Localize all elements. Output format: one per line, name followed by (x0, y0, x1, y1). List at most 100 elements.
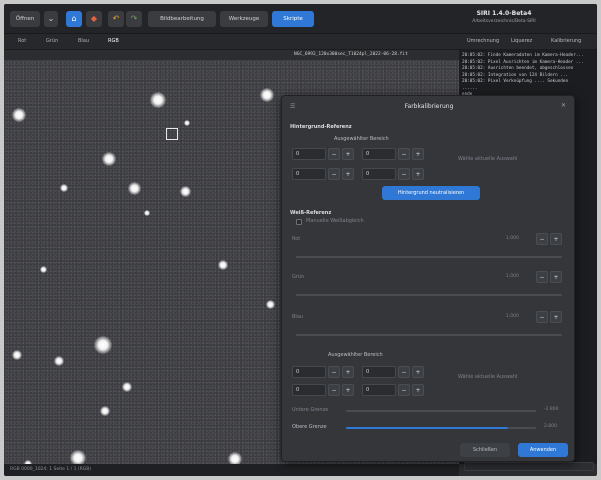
tab-green[interactable]: Grün (46, 38, 58, 44)
background-section-title: Hintergrund-Referenz (290, 124, 352, 130)
white-select-current-button[interactable]: Wähle aktuelle Auswahl (458, 374, 517, 380)
bg-select-current-button[interactable]: Wähle aktuelle Auswahl (458, 156, 517, 162)
undo-icon: ↶ (112, 14, 120, 23)
window-title: SIRI 1.4.0-Beta4 Arbeitsverzeichnis/Beta… (414, 10, 594, 24)
star (218, 260, 228, 270)
bg-width-decrement-button[interactable]: − (328, 168, 340, 180)
white-height-decrement-button[interactable]: − (398, 384, 410, 396)
app-window: Öffnen ⌄ ⌂ ◆ ↶ ↷ Bildbearbeitung Werkzeu… (4, 4, 597, 476)
color-button[interactable]: ◆ (86, 11, 102, 27)
open-button[interactable]: Öffnen (10, 11, 40, 27)
bg-height-decrement-button[interactable]: − (398, 168, 410, 180)
white-section-title: Weiß-Referenz (290, 210, 332, 216)
blue-decrement-button[interactable]: − (536, 311, 548, 323)
white-height-field[interactable]: 0 (362, 384, 396, 396)
lower-limit-value[interactable]: -2.800 (544, 407, 559, 412)
white-y-increment-button[interactable]: + (412, 366, 424, 378)
star (266, 300, 275, 309)
scripts-menu[interactable]: Skripte (272, 11, 314, 27)
channel-value-red[interactable]: 1.000 (506, 236, 519, 241)
image-processing-menu[interactable]: Bildbearbeitung (148, 11, 216, 27)
star (60, 184, 68, 192)
neutralize-background-button[interactable]: Hintergrund neutralisieren (382, 186, 480, 200)
channel-value-green[interactable]: 1.000 (506, 274, 519, 279)
star (12, 108, 26, 122)
tab-blue[interactable]: Blau (78, 38, 89, 44)
star (128, 182, 141, 195)
star (100, 406, 110, 416)
app-title: SIRI 1.4.0-Beta4 (476, 10, 532, 17)
tools-menu[interactable]: Werkzeuge (220, 11, 268, 27)
star (184, 120, 190, 126)
white-width-decrement-button[interactable]: − (328, 384, 340, 396)
blue-slider[interactable] (296, 334, 562, 336)
color-icon: ◆ (90, 14, 98, 23)
star (12, 350, 22, 360)
tab-rgb[interactable]: RGB (108, 38, 119, 44)
home-button[interactable]: ⌂ (66, 11, 82, 27)
upper-limit-slider-fill (346, 427, 508, 429)
lower-limit-slider[interactable] (346, 410, 536, 412)
bg-y-increment-button[interactable]: + (412, 148, 424, 160)
image-filename: NGC_6992_120x300sec_T1024pl_2022-06-28.f… (294, 52, 408, 57)
tab-sequence[interactable]: Liquerez (511, 38, 532, 44)
star (260, 88, 274, 102)
header-bar: Öffnen ⌄ ⌂ ◆ ↶ ↷ Bildbearbeitung Werkzeu… (4, 4, 597, 34)
bg-x-field[interactable]: 0 (292, 148, 326, 160)
star (122, 382, 132, 392)
red-slider[interactable] (296, 256, 562, 258)
tab-conversion[interactable]: Umrechnung (467, 38, 499, 44)
white-x-field[interactable]: 0 (292, 366, 326, 378)
dialog-title: Farbkalibrierung (404, 103, 454, 110)
command-input[interactable] (464, 462, 594, 471)
white-x-increment-button[interactable]: + (342, 366, 354, 378)
star (144, 210, 150, 216)
bg-height-field[interactable]: 0 (362, 168, 396, 180)
blue-increment-button[interactable]: + (550, 311, 562, 323)
white-y-field[interactable]: 0 (362, 366, 396, 378)
upper-limit-value[interactable]: 2.800 (544, 424, 557, 429)
channel-label-red: Rot (292, 236, 301, 242)
bg-height-increment-button[interactable]: + (412, 168, 424, 180)
redo-button[interactable]: ↷ (126, 11, 142, 27)
selection-rectangle[interactable] (166, 128, 178, 140)
star (54, 356, 64, 366)
white-y-decrement-button[interactable]: − (398, 366, 410, 378)
chevron-down-icon: ⌄ (47, 14, 55, 23)
tab-red[interactable]: Rot (18, 38, 26, 44)
green-slider[interactable] (296, 294, 562, 296)
white-x-decrement-button[interactable]: − (328, 366, 340, 378)
red-decrement-button[interactable]: − (536, 233, 548, 245)
status-bar: RGB 0000_1024: 1 Seite 1 / 1 (RGB) (4, 464, 459, 476)
right-panel-tabs: Umrechnung Liquerez Kalibrierung (459, 34, 597, 50)
status-text: RGB 0000_1024: 1 Seite 1 / 1 (RGB) (10, 467, 92, 472)
app-subtitle: Arbeitsverzeichnis/Beta-SIRI (472, 19, 536, 24)
bg-x-decrement-button[interactable]: − (328, 148, 340, 160)
channel-label-blue: Blau (292, 314, 304, 320)
star (102, 152, 116, 166)
green-decrement-button[interactable]: − (536, 271, 548, 283)
close-icon[interactable]: ✕ (561, 102, 566, 109)
white-height-increment-button[interactable]: + (412, 384, 424, 396)
bg-width-field[interactable]: 0 (292, 168, 326, 180)
bg-y-field[interactable]: 0 (362, 148, 396, 160)
manual-white-balance-checkbox[interactable] (296, 219, 302, 225)
white-width-field[interactable]: 0 (292, 384, 326, 396)
tab-calibration[interactable]: Kalibrierung (551, 38, 581, 44)
green-increment-button[interactable]: + (550, 271, 562, 283)
channel-value-blue[interactable]: 1.000 (506, 314, 519, 319)
apply-button[interactable]: Anwenden (518, 443, 568, 457)
open-dropdown-button[interactable]: ⌄ (44, 11, 58, 27)
red-increment-button[interactable]: + (550, 233, 562, 245)
upper-limit-label: Obere Grenze (292, 424, 327, 430)
close-button[interactable]: Schließen (460, 443, 510, 457)
white-width-increment-button[interactable]: + (342, 384, 354, 396)
upper-limit-slider[interactable] (346, 427, 536, 429)
star (94, 336, 112, 354)
bg-width-increment-button[interactable]: + (342, 168, 354, 180)
bg-y-decrement-button[interactable]: − (398, 148, 410, 160)
bg-x-increment-button[interactable]: + (342, 148, 354, 160)
image-channel-tabs: Rot Grün Blau RGB (4, 34, 459, 50)
lower-limit-label: Untere Grenze (292, 407, 329, 413)
undo-button[interactable]: ↶ (108, 11, 124, 27)
